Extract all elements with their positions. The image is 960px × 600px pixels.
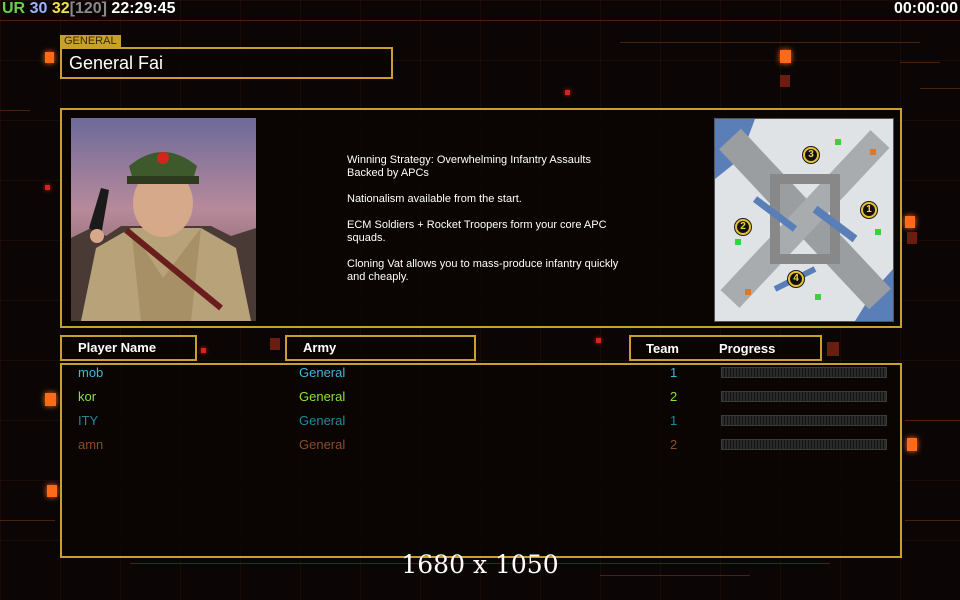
start-position-marker: 2 bbox=[734, 218, 752, 236]
start-position-label: 1 bbox=[863, 204, 875, 216]
bg-spark bbox=[780, 50, 791, 63]
hud-value-c: [120] bbox=[69, 0, 107, 17]
player-name: kor bbox=[78, 389, 97, 404]
bg-spark bbox=[907, 438, 917, 451]
header-progress: Progress bbox=[719, 341, 776, 356]
player-progress-bar bbox=[721, 439, 887, 450]
bg-spark bbox=[45, 52, 54, 63]
bg-spark bbox=[596, 338, 601, 343]
general-name: General Fai bbox=[60, 47, 393, 79]
strategy-description: Winning Strategy: Overwhelming Infantry … bbox=[347, 154, 667, 297]
player-army: General bbox=[299, 389, 346, 404]
bg-spark bbox=[201, 348, 206, 353]
bg-spark bbox=[780, 75, 790, 87]
header-team-progress: Team Progress bbox=[629, 335, 822, 361]
strategy-line: Winning Strategy: Overwhelming Infantry … bbox=[347, 154, 591, 179]
bg-spark bbox=[907, 232, 917, 244]
start-position-marker: 4 bbox=[787, 270, 805, 288]
strategy-line: ECM Soldiers + Rocket Troopers form your… bbox=[347, 219, 607, 244]
strategy-line: Cloning Vat allows you to mass-produce i… bbox=[347, 258, 619, 283]
bg-spark bbox=[565, 90, 570, 95]
hud-clock: 22:29:45 bbox=[111, 0, 176, 17]
start-position-marker: 3 bbox=[802, 146, 820, 164]
bg-line bbox=[0, 20, 960, 21]
bg-spark bbox=[45, 185, 50, 190]
start-position-label: 2 bbox=[737, 221, 749, 233]
player-team: 2 bbox=[670, 437, 678, 452]
player-progress-bar bbox=[721, 391, 887, 402]
header-team: Team bbox=[646, 341, 679, 356]
resolution-label: 1680 x 1050 bbox=[401, 550, 559, 579]
player-row: mob General 1 bbox=[78, 363, 888, 385]
hud-stats: UR 30 32[120] 22:29:45 bbox=[2, 0, 175, 18]
bg-spark bbox=[905, 216, 915, 228]
player-army: General bbox=[299, 413, 346, 428]
player-army: General bbox=[299, 437, 346, 452]
bg-line bbox=[900, 62, 940, 63]
start-position-marker: 1 bbox=[860, 201, 878, 219]
player-row: kor General 2 bbox=[78, 387, 888, 409]
player-progress-bar bbox=[721, 367, 887, 378]
hud-ur-label: UR bbox=[2, 0, 26, 17]
bg-line bbox=[920, 88, 960, 89]
player-name: mob bbox=[78, 365, 104, 380]
hud-timer: 00:00:00 bbox=[893, 0, 958, 17]
player-row: ITY General 1 bbox=[78, 411, 888, 433]
player-name: amn bbox=[78, 437, 104, 452]
general-portrait bbox=[71, 118, 256, 321]
player-team: 1 bbox=[670, 365, 678, 380]
bg-spark bbox=[270, 338, 280, 350]
start-position-label: 4 bbox=[790, 273, 802, 285]
bg-spark bbox=[827, 342, 839, 356]
bg-line bbox=[620, 42, 920, 43]
bg-line bbox=[905, 520, 960, 521]
player-team: 1 bbox=[670, 413, 678, 428]
header-army: Army bbox=[285, 335, 476, 361]
bg-line bbox=[0, 110, 30, 111]
player-progress-bar bbox=[721, 415, 887, 426]
player-army: General bbox=[299, 365, 346, 380]
start-position-label: 3 bbox=[805, 149, 817, 161]
player-row: amn General 2 bbox=[78, 435, 888, 457]
bg-spark bbox=[47, 485, 57, 497]
map-preview: 3 1 2 4 bbox=[714, 118, 894, 322]
hud-value-b: 32 bbox=[51, 0, 70, 17]
header-player-name: Player Name bbox=[60, 335, 197, 361]
hud-value-a: 30 bbox=[29, 0, 48, 17]
bg-line bbox=[905, 420, 960, 421]
player-team: 2 bbox=[670, 389, 678, 404]
bg-line bbox=[0, 520, 55, 521]
player-name: ITY bbox=[78, 413, 99, 428]
strategy-line: Nationalism available from the start. bbox=[347, 193, 522, 205]
bg-spark bbox=[45, 393, 56, 406]
